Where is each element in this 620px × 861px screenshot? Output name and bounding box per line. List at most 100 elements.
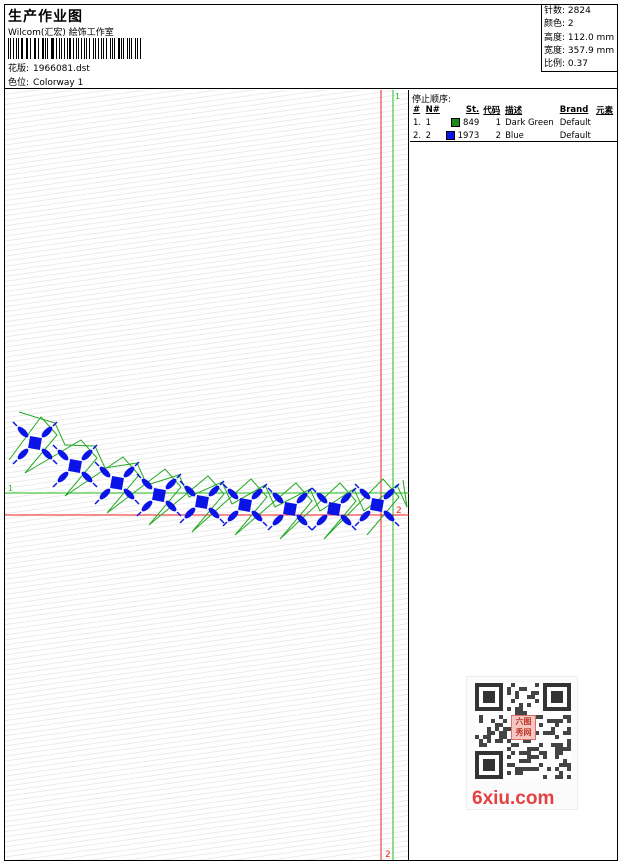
qr-module bbox=[535, 683, 539, 687]
stat-width: 宽度: 357.9 mm bbox=[544, 45, 617, 58]
qr-module bbox=[563, 731, 567, 735]
qr-module bbox=[531, 767, 535, 771]
stat-scale: 比例: 0.37 bbox=[544, 58, 617, 71]
embroidery-design: 1 1 2 2 bbox=[5, 90, 409, 860]
motif-petal bbox=[17, 448, 29, 460]
barcode-bar bbox=[25, 38, 27, 59]
motif-tip bbox=[92, 482, 98, 488]
barcode-bar bbox=[136, 38, 138, 59]
qr-module bbox=[495, 739, 499, 743]
qr-module bbox=[535, 767, 539, 771]
qr-module bbox=[559, 719, 563, 723]
stat-colors: 颜色: 2 bbox=[544, 18, 617, 31]
qr-module bbox=[519, 751, 523, 755]
motif-tip bbox=[52, 482, 58, 488]
qr-module bbox=[543, 731, 547, 735]
barcode-bar bbox=[60, 38, 62, 59]
qr-module bbox=[547, 731, 551, 735]
page-title: 生产作业图 bbox=[8, 9, 83, 25]
stat-label: 针数: bbox=[544, 6, 566, 16]
qr-finder bbox=[551, 691, 563, 703]
motif-petal bbox=[41, 448, 53, 460]
qr-module bbox=[539, 751, 543, 755]
table-row: 1. 1 849 1 Dark Green Default bbox=[411, 116, 616, 129]
qr-module bbox=[547, 767, 551, 771]
qr-module bbox=[491, 719, 495, 723]
color-swatch bbox=[445, 130, 455, 140]
barcode-bar bbox=[20, 38, 23, 59]
design-file-label: 花版: bbox=[8, 64, 30, 74]
stats-panel: 针数: 2824 颜色: 2 高度: 112.0 mm 宽度: 357.9 mm… bbox=[541, 5, 617, 72]
qr-module bbox=[567, 747, 571, 751]
qr-module bbox=[527, 755, 531, 759]
qr-module bbox=[543, 751, 547, 755]
qr-module bbox=[523, 759, 527, 763]
barcode-bar bbox=[84, 38, 85, 59]
qr-module bbox=[495, 727, 499, 731]
qr-module bbox=[511, 751, 515, 755]
motif-tip bbox=[52, 459, 58, 465]
qr-module bbox=[539, 715, 543, 719]
barcode-bar bbox=[29, 38, 31, 59]
qr-module bbox=[567, 743, 571, 747]
motif-petal bbox=[41, 426, 53, 438]
motif-tip bbox=[267, 525, 273, 531]
motif-tip bbox=[307, 525, 313, 531]
qr-module bbox=[519, 767, 523, 771]
qr-module bbox=[543, 755, 547, 759]
qr-module bbox=[567, 731, 571, 735]
barcode-bar bbox=[78, 38, 79, 59]
qr-module bbox=[507, 763, 511, 767]
qr-module bbox=[543, 775, 547, 779]
qr-finder bbox=[483, 759, 495, 771]
stat-label: 比例: bbox=[544, 59, 566, 70]
motif-tip bbox=[12, 459, 18, 465]
barcode-bar bbox=[80, 38, 82, 59]
qr-module bbox=[519, 703, 523, 707]
motif-group bbox=[8, 411, 408, 540]
motif-tip bbox=[311, 487, 317, 493]
stat-height: 高度: 112.0 mm bbox=[544, 32, 617, 45]
motif-petal bbox=[359, 510, 371, 522]
barcode-bar bbox=[10, 38, 11, 59]
barcode-bar bbox=[52, 38, 54, 59]
qr-module bbox=[559, 751, 563, 755]
qr-module bbox=[511, 683, 515, 687]
barcode-bar bbox=[123, 38, 124, 59]
qr-module bbox=[523, 767, 527, 771]
row-n: 2 bbox=[425, 130, 431, 141]
col-element: 元素 bbox=[596, 106, 614, 116]
row-stitches: 1973 bbox=[443, 129, 482, 142]
qr-module bbox=[555, 751, 559, 755]
green-vertical-marker-label: 1 bbox=[395, 92, 400, 101]
qr-module bbox=[527, 751, 531, 755]
qr-module bbox=[567, 767, 571, 771]
motif-petal bbox=[99, 488, 111, 500]
barcode bbox=[8, 38, 143, 59]
motif-tip bbox=[394, 521, 400, 527]
qr-module bbox=[479, 739, 483, 743]
qr-module bbox=[567, 715, 571, 719]
qr-module bbox=[527, 695, 531, 699]
motif-center bbox=[152, 488, 166, 502]
qr-module bbox=[487, 735, 491, 739]
qr-module bbox=[475, 735, 479, 739]
motif-petal bbox=[81, 471, 93, 483]
qr-module bbox=[555, 719, 559, 723]
qr-module bbox=[519, 687, 523, 691]
barcode-bar bbox=[92, 38, 95, 59]
table-header-row: # N# St. 代码 描述 Brand 元素 bbox=[411, 104, 616, 116]
qr-module bbox=[491, 731, 495, 735]
qr-module bbox=[511, 763, 515, 767]
barcode-bar bbox=[139, 38, 141, 59]
barcode-bar bbox=[85, 38, 88, 59]
motif-tip bbox=[12, 421, 18, 427]
motif-center bbox=[68, 459, 82, 473]
motif-tip bbox=[354, 521, 360, 527]
barcode-bar bbox=[55, 38, 57, 59]
qr-module bbox=[487, 739, 491, 743]
qr-module bbox=[499, 731, 503, 735]
qr-module bbox=[559, 771, 563, 775]
col-code: 代码 bbox=[483, 106, 501, 116]
qr-module bbox=[559, 775, 563, 779]
